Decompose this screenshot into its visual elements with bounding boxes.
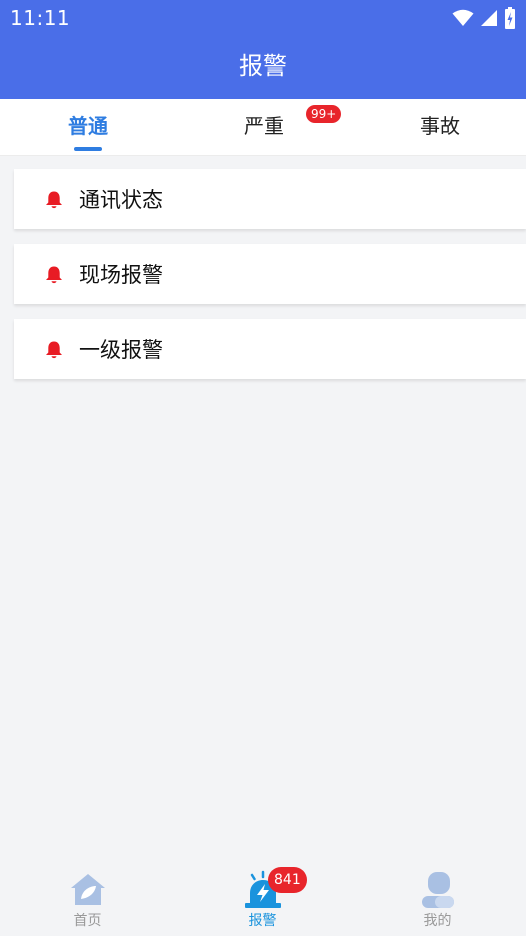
bell-icon <box>46 341 62 359</box>
alarm-item-site-alarm[interactable]: 现场报警 <box>14 244 526 304</box>
tab-label: 严重 <box>244 114 284 138</box>
bottom-nav: 首页 报警 841 我的 <box>0 862 526 936</box>
wifi-icon <box>452 9 474 26</box>
battery-icon <box>505 7 515 29</box>
page-title: 报警 <box>239 52 287 80</box>
alarm-item-communication-status[interactable]: 通讯状态 <box>14 169 526 229</box>
profile-icon <box>421 872 454 908</box>
status-bar: 11:11 <box>0 0 526 36</box>
alarm-label: 现场报警 <box>79 263 163 287</box>
app-header: 报警 <box>0 36 526 99</box>
nav-label: 我的 <box>423 913 452 929</box>
tab-bar: 普通 严重 99+ 事故 <box>0 99 526 156</box>
tab-label: 普通 <box>68 114 108 138</box>
status-icons <box>452 7 516 29</box>
nav-badge: 841 <box>268 867 307 893</box>
tab-badge: 99+ <box>306 105 342 123</box>
bell-icon <box>46 266 62 284</box>
alarm-label: 一级报警 <box>79 338 163 362</box>
tab-accident[interactable]: 事故 <box>352 99 526 155</box>
tab-normal[interactable]: 普通 <box>0 99 176 155</box>
home-icon <box>70 874 105 905</box>
tab-label: 事故 <box>420 114 460 138</box>
tab-severe[interactable]: 严重 99+ <box>176 99 352 155</box>
status-time: 11:11 <box>10 6 71 30</box>
nav-home[interactable]: 首页 <box>0 862 175 936</box>
tab-active-indicator <box>74 147 102 151</box>
alarm-item-level-one[interactable]: 一级报警 <box>14 319 526 379</box>
nav-label: 首页 <box>73 913 102 929</box>
signal-icon <box>481 10 497 26</box>
alarm-list: 通讯状态 现场报警 一级报警 <box>14 169 526 394</box>
alarm-label: 通讯状态 <box>79 188 163 212</box>
nav-profile[interactable]: 我的 <box>350 862 525 936</box>
bell-icon <box>46 191 62 209</box>
nav-alarm[interactable]: 报警 841 <box>175 862 350 936</box>
nav-label: 报警 <box>248 913 277 929</box>
